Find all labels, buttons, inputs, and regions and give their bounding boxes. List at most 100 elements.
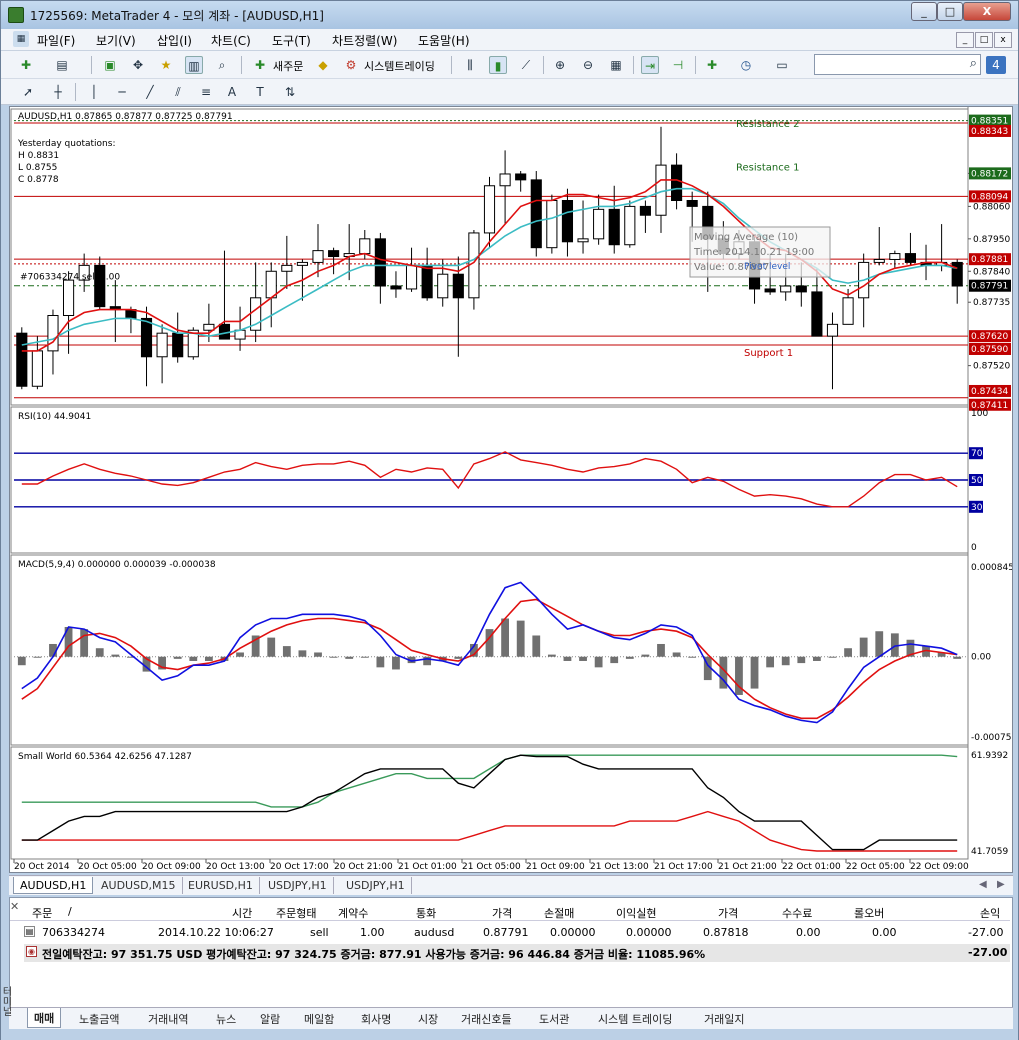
horizontal-line-icon[interactable]: ─ bbox=[113, 83, 131, 101]
chart-canvas[interactable]: 0.888260.881720.880600.879500.878400.877… bbox=[10, 107, 1012, 872]
zoom-out-icon[interactable]: ⊖ bbox=[579, 56, 597, 74]
chart-window[interactable]: 0.888260.881720.880600.879500.878400.877… bbox=[9, 106, 1013, 873]
line-chart-icon[interactable]: ⟋ bbox=[517, 56, 535, 74]
mdi-close-button[interactable]: x bbox=[994, 32, 1012, 48]
menu-view[interactable]: 보기(V) bbox=[96, 32, 136, 49]
minimize-button[interactable]: _ bbox=[911, 2, 937, 21]
col-sort[interactable]: / bbox=[68, 905, 72, 918]
navigator-icon[interactable]: ✥ bbox=[129, 56, 147, 74]
status-bar bbox=[1, 1029, 1018, 1040]
candlestick-icon[interactable]: ▮ bbox=[489, 56, 507, 74]
tab-market[interactable]: 시장 bbox=[418, 1011, 438, 1027]
community-icon[interactable]: 4 bbox=[986, 56, 1006, 74]
equidistant-channel-icon[interactable]: ⫽ bbox=[169, 83, 187, 101]
chart-window-icon[interactable]: ▦ bbox=[13, 31, 29, 47]
chart-tab-eurusd-h1[interactable]: EURUSD,H1 bbox=[182, 877, 260, 894]
tab-journal[interactable]: 거래일지 bbox=[704, 1011, 744, 1027]
fibonacci-icon[interactable]: ≡ bbox=[197, 83, 215, 101]
time-label: 20 Oct 09:00 bbox=[142, 862, 201, 872]
chart-tab-audusd-m15[interactable]: AUDUSD,M15 bbox=[95, 877, 183, 894]
expert-advisors-button[interactable]: 시스템트레이딩 bbox=[364, 58, 435, 74]
time-label: 20 Oct 05:00 bbox=[78, 862, 137, 872]
time-label: 20 Oct 21:00 bbox=[334, 862, 393, 872]
new-chart-icon[interactable]: ✚ bbox=[17, 56, 35, 74]
tab-news[interactable]: 뉴스 bbox=[216, 1011, 236, 1027]
macd-histogram-bar bbox=[345, 656, 354, 659]
macd-histogram-bar bbox=[17, 656, 26, 666]
order-ticket: 706334274 bbox=[42, 926, 105, 939]
standard-toolbar: ✚ ▤ ▣ ✥ ★ ▥ ⌕ ✚ 새주문 ◆ ⚙ 시스템트레이딩 ⫼ ▮ ⟋ ⊕ … bbox=[1, 51, 1018, 79]
new-order-button[interactable]: 새주문 bbox=[273, 58, 303, 74]
tab-scroll-right-icon[interactable]: ▶ bbox=[997, 879, 1005, 890]
profiles-icon[interactable]: ▤ bbox=[53, 56, 71, 74]
search-icon[interactable]: ⌕ bbox=[970, 56, 977, 71]
mdi-minimize-button[interactable]: _ bbox=[956, 32, 974, 48]
tester-icon[interactable]: ⌕ bbox=[213, 56, 231, 74]
indicators-icon[interactable]: ✚ bbox=[703, 56, 721, 74]
col-lots[interactable]: 계약수 bbox=[338, 905, 368, 921]
tile-windows-icon[interactable]: ▦ bbox=[607, 56, 625, 74]
tab-library[interactable]: 도서관 bbox=[539, 1011, 569, 1027]
col-type[interactable]: 주문형태 bbox=[276, 905, 316, 921]
candle-body bbox=[62, 279, 75, 316]
col-order[interactable]: 주문 bbox=[32, 905, 52, 921]
templates-icon[interactable]: ▭ bbox=[773, 56, 791, 74]
col-profit[interactable]: 손익 bbox=[980, 905, 1000, 921]
market-watch-icon[interactable]: ▣ bbox=[101, 56, 119, 74]
trendline-icon[interactable]: ╱ bbox=[141, 83, 159, 101]
candle-body bbox=[904, 253, 917, 263]
sw-label: Small World 60.5364 42.6256 47.1287 bbox=[18, 752, 192, 762]
text-label-icon[interactable]: T bbox=[251, 83, 269, 101]
menu-insert[interactable]: 삽입(I) bbox=[157, 32, 192, 49]
tab-trade[interactable]: 매매 bbox=[27, 1008, 62, 1028]
tab-experts[interactable]: 시스템 트레이딩 bbox=[598, 1011, 672, 1027]
maximize-button[interactable]: □ bbox=[937, 2, 963, 21]
col-open-price[interactable]: 가격 bbox=[492, 905, 512, 921]
crosshair-icon[interactable]: ┼ bbox=[49, 83, 67, 101]
mdi-restore-button[interactable]: □ bbox=[975, 32, 993, 48]
tab-signals[interactable]: 거래신호들 bbox=[461, 1011, 512, 1027]
col-time[interactable]: 시간 bbox=[232, 905, 252, 921]
tab-mailbox[interactable]: 메일함 bbox=[304, 1011, 334, 1027]
tab-alerts[interactable]: 알람 bbox=[260, 1011, 280, 1027]
macd-histogram-bar bbox=[610, 656, 619, 664]
menu-charts[interactable]: 차트(C) bbox=[211, 32, 251, 49]
table-row[interactable]: ▤ 706334274 2014.10.22 10:06:27 sell 1.0… bbox=[24, 924, 1010, 942]
resistance1-label: Resistance 1 bbox=[736, 162, 799, 173]
menu-tools[interactable]: 도구(T) bbox=[272, 32, 311, 49]
text-icon[interactable]: A bbox=[223, 83, 241, 101]
tab-exposure[interactable]: 노출금액 bbox=[79, 1011, 119, 1027]
menu-file[interactable]: 파일(F) bbox=[37, 32, 75, 49]
close-button[interactable]: X bbox=[963, 2, 1011, 21]
vertical-line-icon[interactable]: │ bbox=[85, 83, 103, 101]
arrows-icon[interactable]: ⇅ bbox=[281, 83, 299, 101]
menu-window[interactable]: 차트정렬(W) bbox=[332, 32, 397, 49]
chart-tab-usdjpy-h1-2[interactable]: USDJPY,H1 bbox=[340, 877, 412, 894]
menu-help[interactable]: 도움말(H) bbox=[418, 32, 470, 49]
search-input[interactable]: ⌕ bbox=[814, 54, 981, 75]
chart-tab-usdjpy-h1[interactable]: USDJPY,H1 bbox=[262, 877, 334, 894]
expert-advisors-icon[interactable]: ⚙ bbox=[342, 56, 360, 74]
col-symbol[interactable]: 통화 bbox=[416, 905, 436, 921]
cursor-icon[interactable]: ➚ bbox=[19, 83, 37, 101]
tab-account-history[interactable]: 거래내역 bbox=[148, 1011, 188, 1027]
col-tp[interactable]: 이익실현 bbox=[616, 905, 656, 921]
col-sl[interactable]: 손절매 bbox=[544, 905, 574, 921]
tab-scroll-left-icon[interactable]: ◀ bbox=[979, 879, 987, 890]
data-window-icon[interactable]: ★ bbox=[157, 56, 175, 74]
chart-tab-audusd-h1[interactable]: AUDUSD,H1 bbox=[13, 877, 94, 894]
chart-shift-icon[interactable]: ⊣ bbox=[669, 56, 687, 74]
col-commission[interactable]: 수수료 bbox=[782, 905, 812, 921]
zoom-in-icon[interactable]: ⊕ bbox=[551, 56, 569, 74]
metaeditor-icon[interactable]: ◆ bbox=[314, 56, 332, 74]
col-swap[interactable]: 롤오버 bbox=[854, 905, 884, 921]
order-commission: 0.00 bbox=[796, 926, 821, 939]
new-order-icon[interactable]: ✚ bbox=[251, 56, 269, 74]
col-price[interactable]: 가격 bbox=[718, 905, 738, 921]
tab-company[interactable]: 회사명 bbox=[361, 1011, 391, 1027]
periods-icon[interactable]: ◷ bbox=[737, 56, 755, 74]
terminal-icon[interactable]: ▥ bbox=[185, 56, 203, 74]
bar-chart-icon[interactable]: ⫼ bbox=[461, 56, 479, 74]
autoscroll-icon[interactable]: ⇥ bbox=[641, 56, 659, 74]
macd-histogram-bar bbox=[781, 656, 790, 666]
